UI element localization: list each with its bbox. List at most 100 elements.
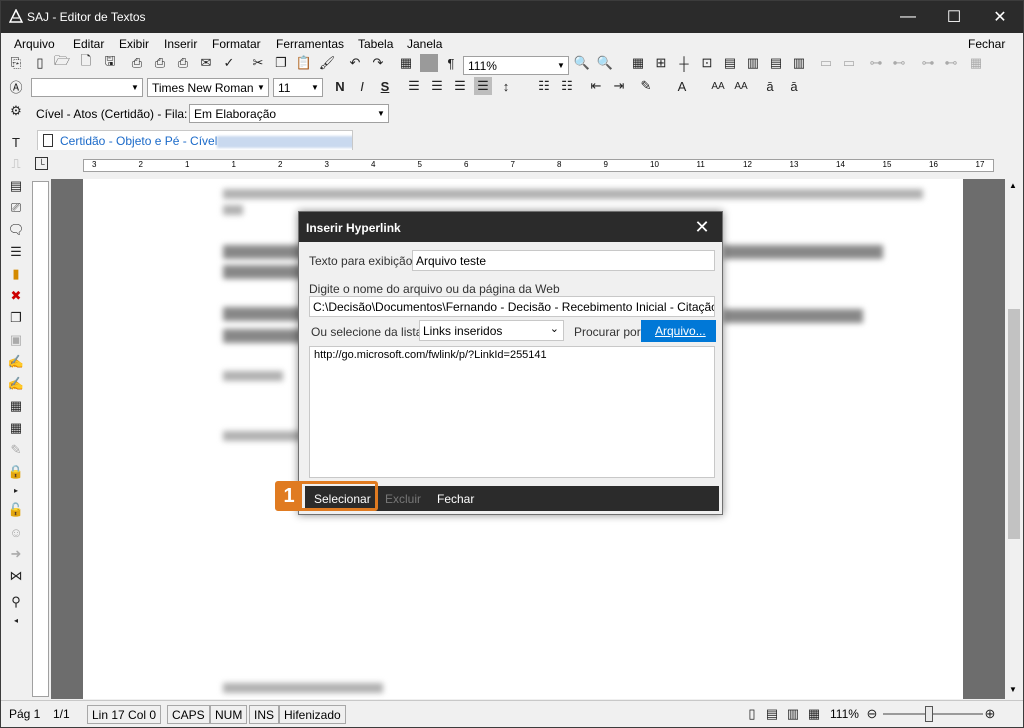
numbered-list-icon[interactable]: ☷ [558,77,576,95]
styles-icon[interactable]: Ⓐ [7,77,25,95]
font-size-select[interactable]: 11 ▼ [273,78,323,97]
insert-table-icon[interactable]: ▦ [397,54,415,72]
cut-icon[interactable]: ✂ [249,54,267,72]
italic-button[interactable]: I [353,77,371,95]
lock-icon[interactable]: 🔒 [7,463,25,481]
table-cross-icon[interactable]: ┼ [675,54,693,72]
fechar-button[interactable]: Fechar [437,492,474,506]
tab-stop-icon[interactable]: └ [35,157,48,170]
view-web-icon[interactable]: ▤ [763,705,781,723]
copy-document-icon[interactable]: ❐ [7,309,25,327]
pdf-icon[interactable]: ▮ [7,265,25,283]
undo-icon[interactable]: ↶ [346,54,364,72]
dialog-close-button[interactable]: ✕ [682,212,722,242]
zoom-slider-handle[interactable] [925,706,933,722]
font-name-select[interactable]: Times New Roman ▼ [147,78,269,97]
grid-icon[interactable]: ▦ [7,419,25,437]
share-icon[interactable]: ⋈ [7,567,25,585]
open-recent-icon[interactable]: 🗋 [77,53,95,72]
copy-icon[interactable]: ❐ [272,54,290,72]
menu-tabela[interactable]: Tabela [358,37,393,51]
menu-exibir[interactable]: Exibir [119,37,149,51]
grow-font-icon[interactable]: AA [709,77,727,95]
browse-file-button[interactable]: Arquivo... [641,320,716,342]
zoom-out-icon[interactable]: 🔍 [573,54,591,72]
table-inner-icon[interactable]: ⊡ [698,54,716,72]
menu-arquivo[interactable]: Arquivo [14,37,55,51]
fields-icon[interactable]: ▤ [7,177,25,195]
save-icon[interactable]: 🖫 [101,53,119,72]
decrease-indent-icon[interactable]: ⇤ [587,77,605,95]
display-text-input[interactable]: Arquivo teste [412,250,715,271]
change-case-icon[interactable]: ā [761,77,779,95]
redo-icon[interactable]: ↷ [369,54,387,72]
shrink-font-icon[interactable]: AA [732,77,750,95]
table-grid-icon[interactable]: ⊞ [652,54,670,72]
document-list-icon[interactable]: ☰ [7,243,25,261]
increase-indent-icon[interactable]: ⇥ [610,77,628,95]
bullet-list-icon[interactable]: ☷ [535,77,553,95]
menu-editar[interactable]: Editar [73,37,104,51]
zoom-out-status-icon[interactable]: ⊖ [863,705,881,723]
paste-icon[interactable]: 📋 [295,54,313,72]
line-spacing-icon[interactable]: ↕ [497,77,515,95]
view-draft-icon[interactable]: ▦ [805,705,823,723]
zoom-slider[interactable] [883,713,983,715]
comment-icon[interactable]: 🗨 [7,221,25,239]
remove-file-icon[interactable]: ✖ [7,287,25,305]
table-right-icon[interactable]: ▥ [744,54,762,72]
table-top-icon[interactable]: ▤ [767,54,785,72]
link-list-item[interactable]: http://go.microsoft.com/fwlink/p/?LinkId… [314,349,710,361]
show-grid-icon[interactable] [420,54,438,72]
format-painter-icon[interactable]: 🖌 [318,54,336,72]
print-setup-icon[interactable]: ⎙ [174,54,192,72]
align-left-icon[interactable]: ☰ [405,77,423,95]
align-right-icon[interactable]: ☰ [451,77,469,95]
underline-button[interactable]: S [376,77,394,95]
highlight-icon[interactable]: ✎ [637,77,655,95]
zoom-in-status-icon[interactable]: ⊕ [981,705,999,723]
zoom-in-icon[interactable]: 🔍 [596,54,614,72]
spellcheck-icon[interactable]: ✓ [220,54,238,72]
expand-icon[interactable]: ▸ [7,481,25,499]
minimize-button[interactable]: — [885,1,931,33]
menu-fechar[interactable]: Fechar [968,37,1005,51]
stamp-icon[interactable]: ⎚ [7,199,25,217]
print-icon[interactable]: ⎙ [128,54,146,72]
table-borders-icon[interactable]: ▦ [629,54,647,72]
bold-button[interactable]: N [331,77,349,95]
view-page-icon[interactable]: ▯ [743,705,761,723]
email-icon[interactable]: ✉ [197,54,215,72]
scrollbar-thumb[interactable] [1008,309,1020,539]
collapse-icon[interactable]: ◂ [7,611,25,629]
menu-inserir[interactable]: Inserir [164,37,197,51]
menu-janela[interactable]: Janela [407,37,442,51]
table-left-icon[interactable]: ▤ [721,54,739,72]
calendar-icon[interactable]: ▦ [7,397,25,415]
paragraph-marks-icon[interactable]: ¶ [442,54,460,72]
align-center-icon[interactable]: ☰ [428,77,446,95]
open-folder-icon[interactable]: 🗁 [53,53,71,72]
close-button[interactable]: ✕ [977,1,1023,33]
menu-ferramentas[interactable]: Ferramentas [276,37,344,51]
horizontal-ruler[interactable]: 3 2 1 1 2 3 4 5 6 7 8 9 10 11 12 13 14 15 16 17 [83,159,994,172]
queue-select[interactable]: Em Elaboração ▼ [189,104,389,123]
link-list[interactable]: http://go.microsoft.com/fwlink/p/?LinkId… [309,346,715,478]
zoom-select[interactable]: 111% ▼ [463,56,569,75]
justify-icon[interactable]: ☰ [474,77,492,95]
text-effects-icon[interactable]: ā [785,77,803,95]
menu-formatar[interactable]: Formatar [212,37,261,51]
style-select[interactable]: ▼ [31,78,143,97]
list-select[interactable]: Links inseridos ⌄ [419,320,564,341]
path-input[interactable]: C:\Decisão\Documentos\Fernando - Decisão… [309,296,715,317]
new-document-icon[interactable]: ▯ [31,54,49,72]
print-preview-icon[interactable]: ⎙ [151,54,169,72]
tab-document[interactable]: Certidão - Objeto e Pé - Cível [37,130,353,150]
maximize-button[interactable]: ☐ [931,1,977,33]
table-bottom-icon[interactable]: ▥ [790,54,808,72]
vertical-scrollbar[interactable]: ▲ ▼ [1005,179,1023,699]
pin-icon[interactable]: ⚲ [7,593,25,611]
font-color-icon[interactable]: A [673,77,691,95]
view-outline-icon[interactable]: ▥ [784,705,802,723]
new-from-template-icon[interactable]: ⎘ [7,54,25,72]
